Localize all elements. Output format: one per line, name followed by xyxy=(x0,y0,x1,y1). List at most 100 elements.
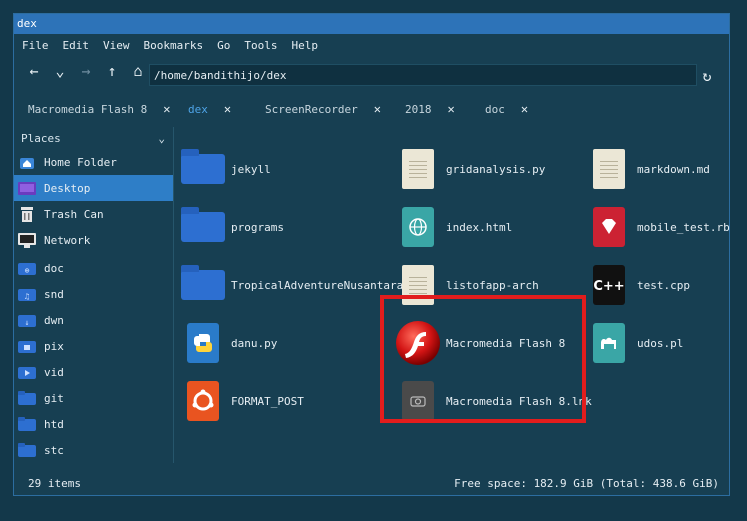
file-name: mobile_test.rb xyxy=(637,220,730,234)
sidebar-item-network[interactable]: Network xyxy=(14,227,173,253)
file-name: gridanalysis.py xyxy=(446,162,546,176)
close-icon[interactable]: ✕ xyxy=(521,102,528,116)
ruby-file-icon xyxy=(585,203,633,251)
sidebar-item-stc[interactable]: stc xyxy=(14,437,173,463)
svg-text:C++: C++ xyxy=(593,279,624,294)
file-gridanalysis-py[interactable]: gridanalysis.py xyxy=(394,145,545,193)
file-name: listofapp-arch xyxy=(446,278,539,292)
folder-icon xyxy=(17,441,37,459)
sidebar-item-snd[interactable]: ♫ snd xyxy=(14,281,173,307)
python-file-icon xyxy=(179,319,227,367)
close-icon[interactable]: ✕ xyxy=(224,102,231,116)
file-name: index.html xyxy=(446,220,513,234)
tab-label: 2018 xyxy=(405,102,432,116)
file-mobile-test-rb[interactable]: mobile_test.rb xyxy=(585,203,730,251)
file-jekyll[interactable]: jekyll xyxy=(179,145,271,193)
sidebar-item-home-folder[interactable]: Home Folder xyxy=(14,149,173,175)
sidebar-item-doc[interactable]: ⊕ doc xyxy=(14,255,173,281)
path-bar[interactable]: /home/bandithijo/dex xyxy=(149,64,697,86)
file-name: danu.py xyxy=(231,336,278,350)
sidebar-item-label: stc xyxy=(44,443,64,457)
sidebar-item-vid[interactable]: vid xyxy=(14,359,173,385)
file-index-html[interactable]: index.html xyxy=(394,203,512,251)
tab-label: dex xyxy=(188,102,208,116)
folder-icon xyxy=(17,415,37,433)
pictures-folder-icon xyxy=(17,337,37,355)
file-name: jekyll xyxy=(231,162,271,176)
trash-icon xyxy=(17,205,37,223)
sidebar-item-label: pix xyxy=(44,339,64,353)
home-icon xyxy=(17,153,37,171)
chevron-down-icon[interactable]: ⌄ xyxy=(158,132,165,145)
file-format-post[interactable]: FORMAT_POST xyxy=(179,377,304,425)
file-manager-window: dex File Edit View Bookmarks Go Tools He… xyxy=(13,13,730,496)
file-test-cpp[interactable]: C++ test.cpp xyxy=(585,261,690,309)
menu-tools[interactable]: Tools xyxy=(244,39,277,52)
menu-go[interactable]: Go xyxy=(217,39,230,52)
close-icon[interactable]: ✕ xyxy=(163,102,170,116)
menu-bookmarks[interactable]: Bookmarks xyxy=(144,39,204,52)
html-file-icon xyxy=(394,203,442,251)
close-icon[interactable]: ✕ xyxy=(374,102,381,116)
back-button[interactable]: ← xyxy=(22,59,46,83)
file-programs[interactable]: programs xyxy=(179,203,284,251)
places-sidebar: Places ⌄ Home Folder Desktop Trash Can N… xyxy=(14,127,174,463)
places-title: Places xyxy=(21,131,61,145)
sidebar-item-trash-can[interactable]: Trash Can xyxy=(14,201,173,227)
sidebar-item-label: snd xyxy=(44,287,64,301)
sidebar-item-label: git xyxy=(44,391,64,405)
free-space: Free space: 182.9 GiB (Total: 438.6 GiB) xyxy=(454,476,719,490)
sidebar-item-git[interactable]: git xyxy=(14,385,173,411)
sidebar-item-htd[interactable]: htd xyxy=(14,411,173,437)
sidebar-item-label: vid xyxy=(44,365,64,379)
file-danu-py[interactable]: danu.py xyxy=(179,319,277,367)
home-button[interactable]: ⌂ xyxy=(126,59,150,83)
reload-button[interactable]: ↻ xyxy=(695,64,719,88)
places-header[interactable]: Places ⌄ xyxy=(14,127,173,149)
download-folder-icon: ↓ xyxy=(17,311,37,329)
item-count: 29 items xyxy=(28,476,81,490)
file-name: udos.pl xyxy=(637,336,684,350)
ubuntu-file-icon xyxy=(179,377,227,425)
tab-dex[interactable]: dex ✕ xyxy=(174,97,251,121)
forward-button[interactable]: → xyxy=(74,59,98,83)
desktop-icon xyxy=(17,179,37,197)
history-dropdown-button[interactable]: ⌄ xyxy=(48,59,72,83)
menu-file[interactable]: File xyxy=(22,39,49,52)
music-folder-icon: ♫ xyxy=(17,285,37,303)
sidebar-item-pix[interactable]: pix xyxy=(14,333,173,359)
tab-2018[interactable]: 2018 ✕ xyxy=(391,97,471,121)
tab-label: doc xyxy=(485,102,505,116)
file-name: programs xyxy=(231,220,284,234)
up-button[interactable]: ↑ xyxy=(100,59,124,83)
file-udos-pl[interactable]: udos.pl xyxy=(585,319,683,367)
menu-edit[interactable]: Edit xyxy=(63,39,90,52)
menu-help[interactable]: Help xyxy=(291,39,318,52)
sidebar-item-label: htd xyxy=(44,417,64,431)
sidebar-item-label: doc xyxy=(44,261,64,275)
perl-file-icon xyxy=(585,319,633,367)
tab-bar: Macromedia Flash 8 ✕ dex ✕ ScreenRecorde… xyxy=(14,97,731,121)
network-icon xyxy=(17,231,37,249)
tab-screenrecorder[interactable]: ScreenRecorder ✕ xyxy=(251,97,391,121)
tab-doc[interactable]: doc ✕ xyxy=(471,97,551,121)
svg-text:⊕: ⊕ xyxy=(25,266,30,275)
file-name: markdown.md xyxy=(637,162,710,176)
file-name: FORMAT_POST xyxy=(231,394,304,408)
markdown-file-icon xyxy=(585,145,633,193)
sidebar-item-dwn[interactable]: ↓ dwn xyxy=(14,307,173,333)
status-bar: 29 items Free space: 182.9 GiB (Total: 4… xyxy=(14,471,731,495)
sidebar-item-desktop[interactable]: Desktop xyxy=(14,175,173,201)
tab-macromedia-flash-8[interactable]: Macromedia Flash 8 ✕ xyxy=(14,97,174,121)
file-markdown-md[interactable]: markdown.md xyxy=(585,145,710,193)
folder-icon xyxy=(17,389,37,407)
video-folder-icon xyxy=(17,363,37,381)
file-name: test.cpp xyxy=(637,278,690,292)
svg-text:♫: ♫ xyxy=(25,292,30,301)
sidebar-item-label: Home Folder xyxy=(44,155,117,169)
close-icon[interactable]: ✕ xyxy=(448,102,455,116)
folder-icon xyxy=(179,261,227,309)
file-tropicaladventurenusantara[interactable]: TropicalAdventureNusantara xyxy=(179,261,403,309)
menu-view[interactable]: View xyxy=(103,39,130,52)
svg-text:↓: ↓ xyxy=(25,318,30,327)
